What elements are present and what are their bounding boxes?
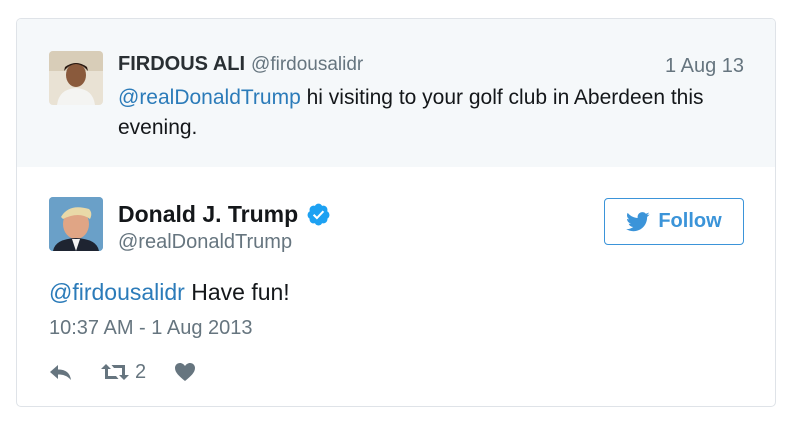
retweet-icon [101, 364, 129, 380]
parent-tweet[interactable]: FIRDOUS ALI @firdousalidr 1 Aug 13 @realD… [17, 19, 775, 167]
tweet-actions: 2 [49, 357, 224, 387]
twitter-bird-icon [626, 211, 650, 231]
tweet-text: @firdousalidr Have fun! [49, 279, 290, 306]
follow-button[interactable]: Follow [604, 198, 744, 245]
heart-icon [175, 363, 196, 381]
like-button[interactable] [174, 362, 196, 382]
parent-tweet-text: @realDonaldTrump hi visiting to your gol… [118, 83, 738, 143]
tweet-timestamp[interactable]: 10:37 AM - 1 Aug 2013 [49, 317, 253, 340]
mention-link[interactable]: @firdousalidr [49, 279, 185, 305]
tweet-body: Have fun! [184, 279, 290, 305]
parent-tweet-date[interactable]: 1 Aug 13 [665, 55, 744, 78]
author-name[interactable]: Donald J. Trump [118, 201, 298, 228]
parent-author-name[interactable]: FIRDOUS ALI [118, 53, 245, 75]
embedded-tweet-card: FIRDOUS ALI @firdousalidr 1 Aug 13 @realD… [16, 18, 776, 407]
reply-button[interactable] [49, 362, 73, 382]
retweet-button[interactable]: 2 [101, 361, 146, 384]
author-name-line[interactable]: Donald J. Trump [118, 201, 331, 228]
parent-mention-link[interactable]: @realDonaldTrump [118, 86, 301, 109]
parent-author-avatar[interactable] [49, 51, 103, 105]
parent-author-handle[interactable]: @firdousalidr [251, 54, 363, 75]
reply-icon [50, 365, 71, 380]
follow-button-label: Follow [658, 210, 722, 232]
verified-badge-icon [306, 202, 331, 227]
author-avatar[interactable] [49, 197, 103, 251]
author-handle[interactable]: @realDonaldTrump [118, 231, 292, 254]
parent-author-line[interactable]: FIRDOUS ALI @firdousalidr [118, 53, 363, 76]
retweet-count: 2 [135, 360, 147, 383]
